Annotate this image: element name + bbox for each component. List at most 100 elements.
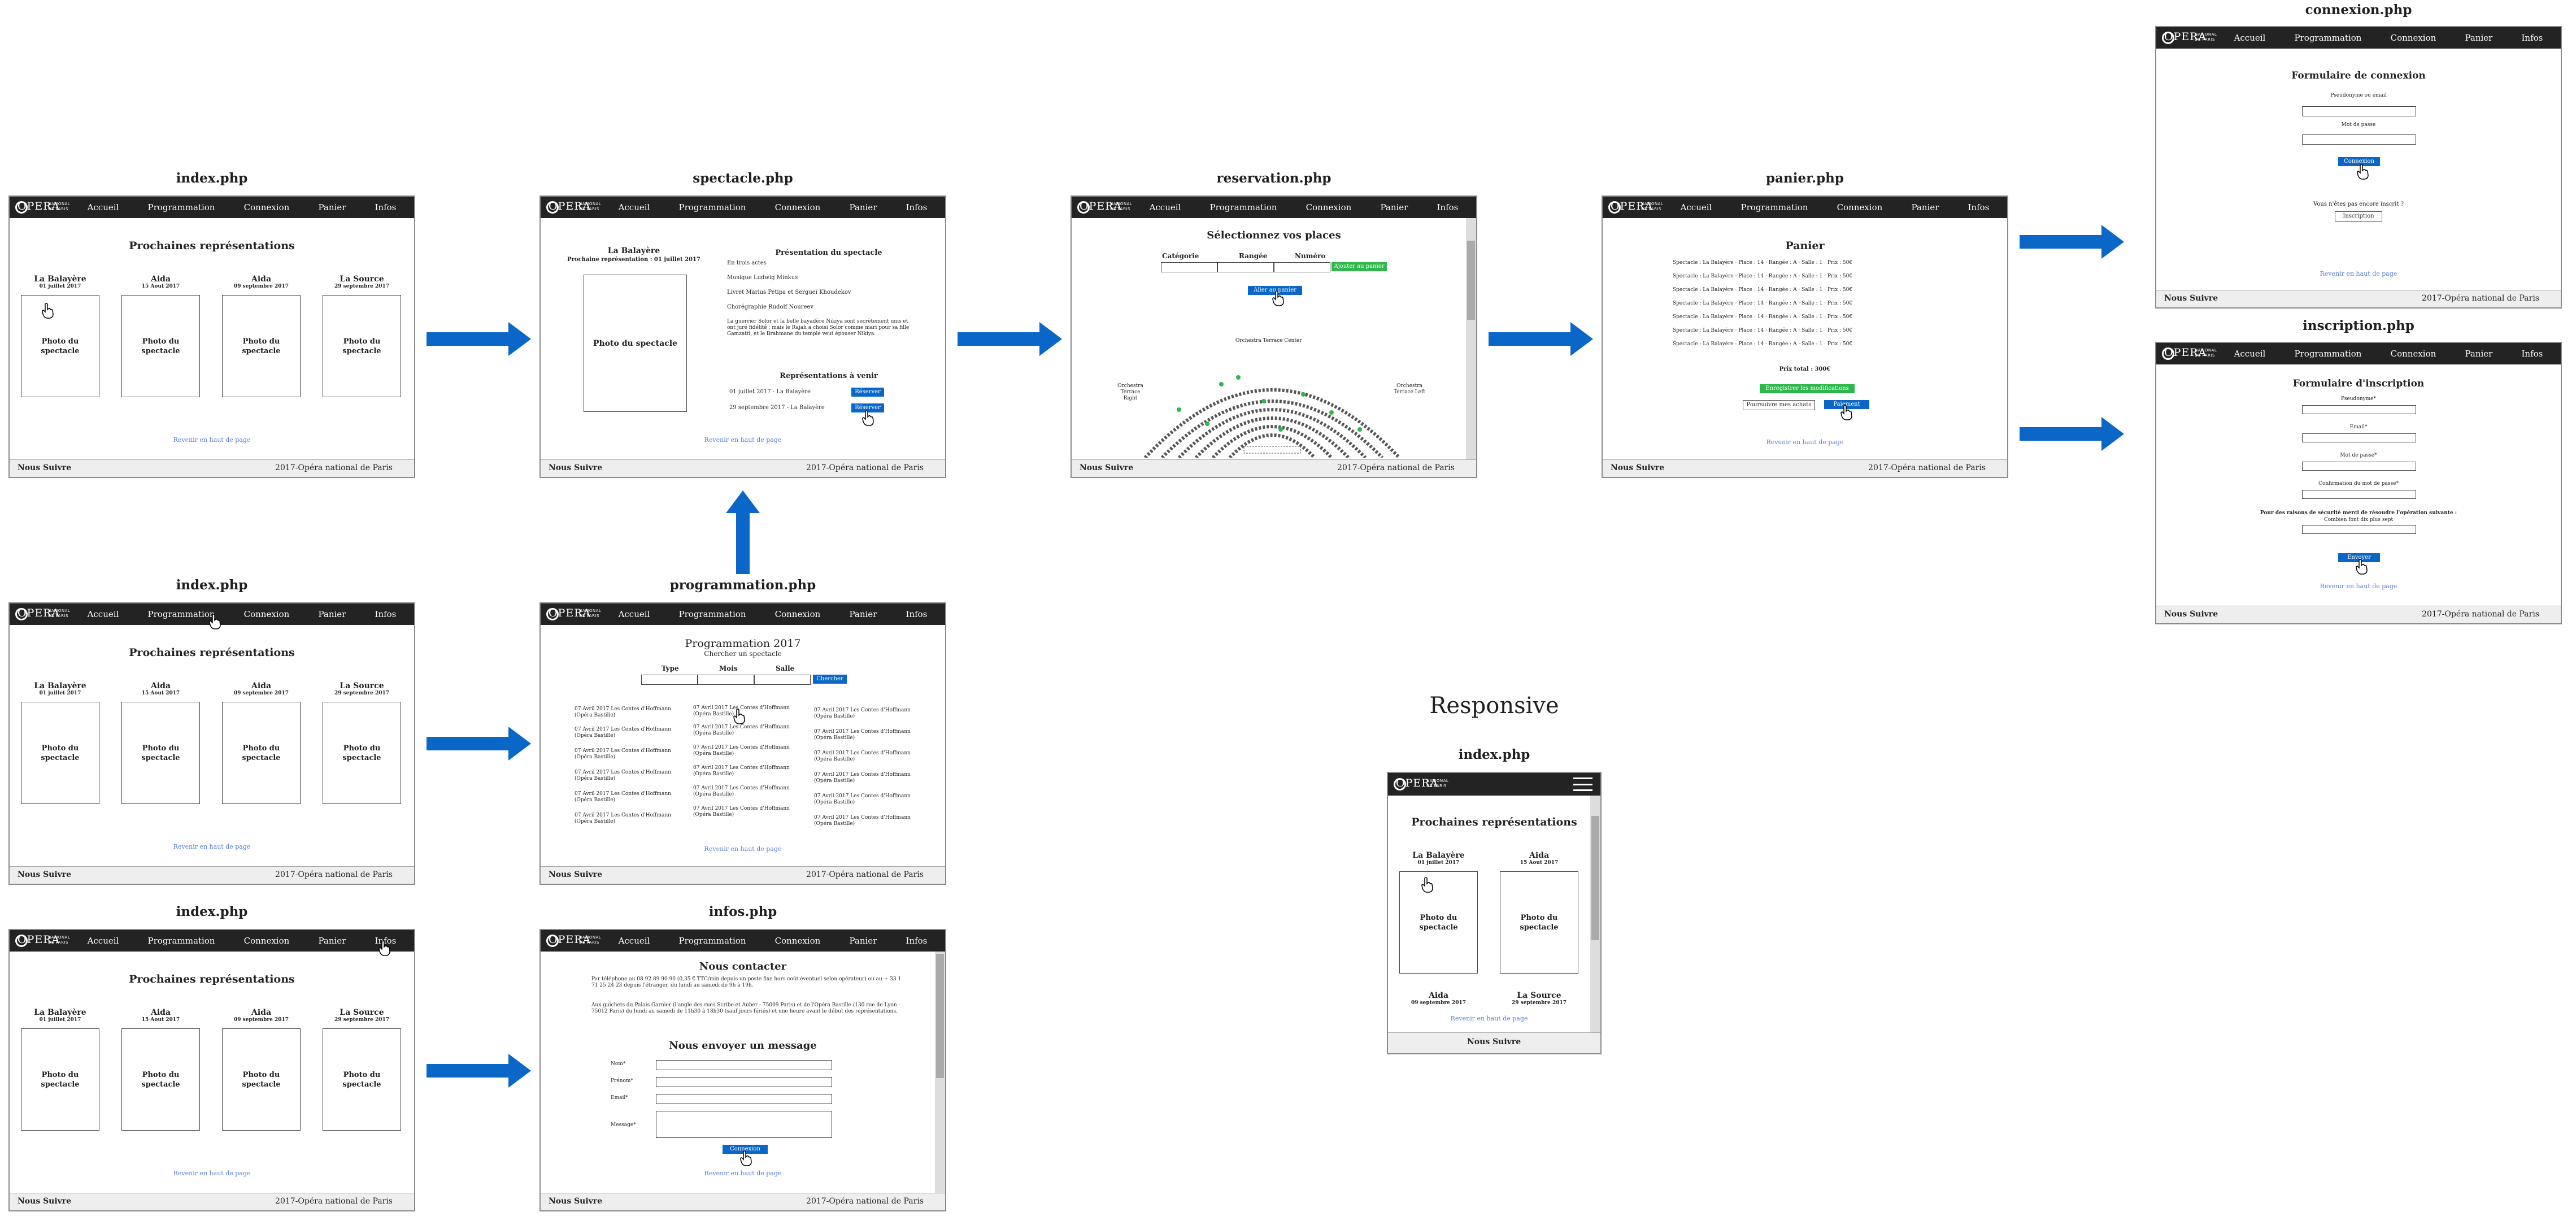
nav-programmation[interactable]: Programmation (2292, 33, 2364, 43)
event-item[interactable]: 07 Avril 2017 Les Contes d'Hoffmann (Opér… (814, 815, 921, 827)
show-card[interactable]: La Balayère 01 juillet 2017 Photo du spect… (21, 681, 99, 804)
nav-accueil[interactable]: Accueil (616, 202, 652, 212)
pseudo-input[interactable] (2302, 405, 2416, 414)
nav-programmation[interactable]: Programmation (146, 936, 217, 946)
back-to-top-link[interactable]: Revenir en haut de page (2156, 270, 2561, 277)
show-card[interactable]: La Balayère 01 juillet 2017 Photo du spect… (21, 1008, 99, 1131)
opera-logo[interactable]: OPERA NATIONAL DE PARIS (541, 603, 604, 625)
seating-plan[interactable] (1094, 345, 1450, 458)
continue-shopping-button[interactable]: Poursuivre mes achats (1743, 400, 1815, 410)
show-card[interactable]: Aida 15 Aout 2017 Photo du spectacle (121, 1008, 200, 1131)
reserve-button[interactable]: Réserver (851, 388, 884, 397)
search-button[interactable]: Chercher (813, 675, 847, 684)
opera-logo[interactable]: OPERA NATIONAL DE PARIS (2156, 27, 2220, 49)
opera-logo[interactable]: OPERA NATIONAL DE PARIS (10, 603, 73, 625)
back-to-top-link[interactable]: Revenir en haut de page (1388, 1015, 1590, 1022)
nav-panier[interactable]: Panier (847, 202, 879, 212)
nav-accueil[interactable]: Accueil (85, 202, 121, 212)
nav-accueil[interactable]: Accueil (85, 936, 121, 946)
email-input[interactable] (656, 1094, 832, 1104)
back-to-top-link[interactable]: Revenir en haut de page (10, 436, 414, 444)
back-to-top-link[interactable]: Revenir en haut de page (10, 843, 414, 850)
back-to-top-link[interactable]: Revenir en haut de page (541, 845, 945, 853)
nav-infos[interactable]: Infos (373, 202, 399, 212)
back-to-top-link[interactable]: Revenir en haut de page (1603, 438, 2007, 446)
event-item[interactable]: 07 Avril 2017 Les Contes d'Hoffmann (Opér… (814, 793, 921, 806)
show-card[interactable]: Aida 09 septembre 2017 Photo du spectacle (222, 275, 301, 397)
nav-connexion[interactable]: Connexion (773, 202, 823, 212)
event-item[interactable]: 07 Avril 2017 Les Contes d'Hoffmann (Opér… (575, 727, 682, 739)
password-input[interactable] (2302, 462, 2416, 471)
back-to-top-link[interactable]: Revenir en haut de page (541, 1170, 945, 1177)
nav-accueil[interactable]: Accueil (2232, 33, 2268, 43)
event-item[interactable]: 07 Avril 2017 Les Contes d'Hoffmann (Opér… (575, 748, 682, 761)
show-card[interactable]: La Source 29 septembre 2017 Photo du spect… (323, 275, 401, 397)
back-to-top-link[interactable]: Revenir en haut de page (10, 1170, 414, 1177)
nav-panier[interactable]: Panier (1378, 202, 1410, 212)
nav-programmation[interactable]: Programmation (677, 609, 749, 619)
name-input[interactable] (656, 1060, 832, 1070)
back-to-top-link[interactable]: Revenir en haut de page (541, 436, 945, 444)
nav-connexion[interactable]: Connexion (1835, 202, 1885, 212)
hamburger-menu-icon[interactable] (1573, 777, 1592, 791)
nav-infos[interactable]: Infos (904, 202, 930, 212)
firstname-input[interactable] (656, 1077, 832, 1087)
nav-accueil[interactable]: Accueil (616, 609, 652, 619)
event-item[interactable]: 07 Avril 2017 Les Contes d'Hoffmann (Opér… (575, 706, 682, 719)
show-card[interactable]: Aida 15 Aout 2017 Photo du spectacle (1500, 851, 1578, 974)
back-to-top-link[interactable]: Revenir en haut de page (2156, 583, 2561, 590)
opera-logo[interactable]: OPERA NATIONAL DE PARIS (10, 930, 73, 952)
register-button[interactable]: Inscription (2335, 211, 2382, 221)
month-select[interactable] (698, 675, 754, 685)
captcha-input[interactable] (2302, 525, 2416, 534)
event-item[interactable]: 07 Avril 2017 Les Contes d'Hoffmann (Opér… (693, 705, 800, 718)
nav-accueil[interactable]: Accueil (616, 936, 652, 946)
opera-logo[interactable]: OPERA NATIONAL DE PARIS (541, 930, 604, 952)
hall-select[interactable] (754, 675, 811, 685)
opera-logo[interactable]: OPERA NATIONAL DE PARIS (541, 197, 604, 218)
nav-accueil[interactable]: Accueil (1678, 202, 1715, 212)
event-item[interactable]: 07 Avril 2017 Les Contes d'Hoffmann (Opér… (575, 770, 682, 782)
event-item[interactable]: 07 Avril 2017 Les Contes d'Hoffmann (Opér… (693, 765, 800, 777)
event-item[interactable]: 07 Avril 2017 Les Contes d'Hoffmann (Opér… (814, 707, 921, 720)
show-card[interactable]: Aida 15 Aout 2017 Photo du spectacle (121, 681, 200, 804)
event-item[interactable]: 07 Avril 2017 Les Contes d'Hoffmann (Opér… (814, 750, 921, 763)
nav-programmation[interactable]: Programmation (1208, 202, 1280, 212)
show-card[interactable]: La Balayère 01 juillet 2017 Photo du spect… (21, 275, 99, 397)
nav-programmation[interactable]: Programmation (677, 202, 749, 212)
event-item[interactable]: 07 Avril 2017 Les Contes d'Hoffmann (Opér… (693, 806, 800, 818)
show-card[interactable]: Aida 15 Aout 2017 Photo du spectacle (121, 275, 200, 397)
nav-connexion[interactable]: Connexion (773, 609, 823, 619)
nav-connexion[interactable]: Connexion (2388, 33, 2439, 43)
show-card[interactable]: Aida 09 septembre 2017 (1399, 991, 1478, 1006)
event-item[interactable]: 07 Avril 2017 Les Contes d'Hoffmann (Opér… (814, 729, 921, 741)
password-input[interactable] (2302, 134, 2416, 145)
event-item[interactable]: 07 Avril 2017 Les Contes d'Hoffmann (Opér… (693, 724, 800, 737)
event-item[interactable]: 07 Avril 2017 Les Contes d'Hoffmann (Opér… (814, 772, 921, 784)
scrollbar[interactable] (935, 952, 945, 1193)
show-card[interactable]: Aida 09 septembre 2017 Photo du spectacle (222, 1008, 301, 1131)
nav-infos[interactable]: Infos (373, 609, 399, 619)
nav-connexion[interactable]: Connexion (773, 936, 823, 946)
nav-panier[interactable]: Panier (316, 936, 348, 946)
nav-connexion[interactable]: Connexion (242, 936, 292, 946)
nav-panier[interactable]: Panier (316, 202, 348, 212)
show-card[interactable]: La Source 29 septembre 2017 Photo du spect… (323, 1008, 401, 1131)
category-select[interactable] (1161, 262, 1217, 272)
show-card[interactable]: La Source 29 septembre 2017 (1500, 991, 1578, 1006)
event-item[interactable]: 07 Avril 2017 Les Contes d'Hoffmann (Opér… (575, 813, 682, 825)
show-card[interactable]: Aida 09 septembre 2017 Photo du spectacle (222, 681, 301, 804)
scrollbar[interactable] (1590, 796, 1600, 1036)
nav-connexion[interactable]: Connexion (1304, 202, 1354, 212)
row-select[interactable] (1217, 262, 1274, 272)
nav-infos[interactable]: Infos (904, 936, 930, 946)
nav-panier[interactable]: Panier (847, 936, 879, 946)
login-input[interactable] (2302, 106, 2416, 116)
nav-panier[interactable]: Panier (2462, 349, 2495, 359)
nav-programmation[interactable]: Programmation (1739, 202, 1811, 212)
save-changes-button[interactable]: Enregistrer les modifications (1760, 384, 1855, 393)
nav-infos[interactable]: Infos (1435, 202, 1461, 212)
nav-panier[interactable]: Panier (2462, 33, 2495, 43)
nav-infos[interactable]: Infos (2520, 349, 2545, 359)
nav-programmation[interactable]: Programmation (146, 202, 217, 212)
